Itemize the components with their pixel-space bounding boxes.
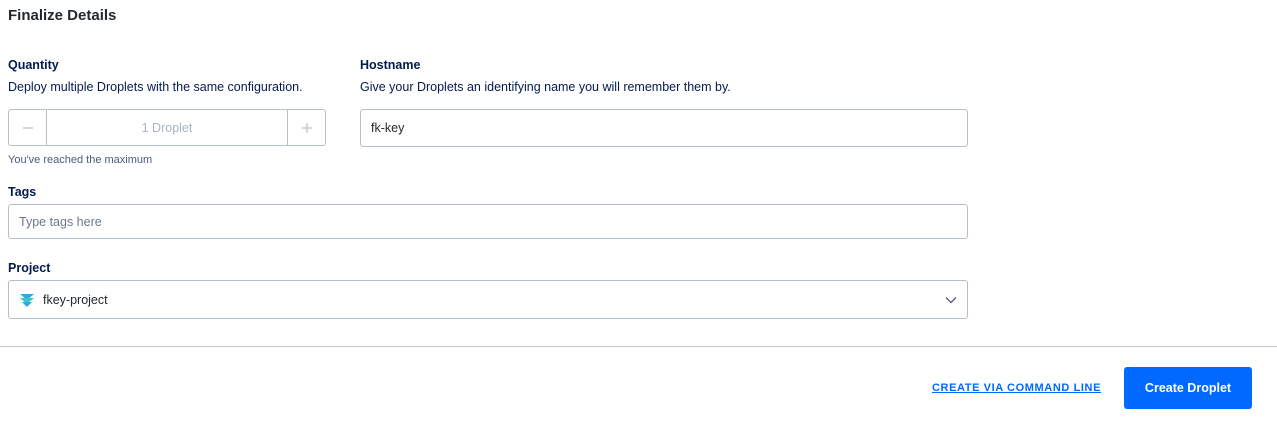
quantity-label: Quantity [8, 58, 59, 72]
create-via-cli-link[interactable]: CREATE VIA COMMAND LINE [932, 382, 1101, 394]
footer-divider [0, 346, 1277, 347]
project-select[interactable]: fkey-project [8, 280, 968, 319]
quantity-hint: You've reached the maximum [8, 154, 153, 166]
chevron-down-icon [945, 296, 957, 303]
increment-button[interactable] [287, 110, 325, 145]
section-title: Finalize Details [8, 7, 117, 24]
project-selected-value: fkey-project [43, 292, 108, 307]
hostname-description: Give your Droplets an identifying name y… [360, 80, 731, 94]
hostname-input[interactable] [360, 109, 968, 147]
quantity-value: 1 Droplet [141, 120, 193, 135]
quantity-description: Deploy multiple Droplets with the same c… [8, 80, 303, 94]
tags-label: Tags [8, 185, 37, 199]
project-layers-icon [20, 293, 34, 307]
tags-input[interactable] [8, 204, 968, 239]
project-label: Project [8, 261, 51, 275]
hostname-label: Hostname [360, 58, 421, 72]
quantity-stepper: 1 Droplet [8, 109, 326, 146]
plus-icon [301, 122, 312, 133]
decrement-button[interactable] [9, 110, 47, 145]
create-droplet-button[interactable]: Create Droplet [1124, 367, 1252, 409]
minus-icon [22, 126, 33, 129]
